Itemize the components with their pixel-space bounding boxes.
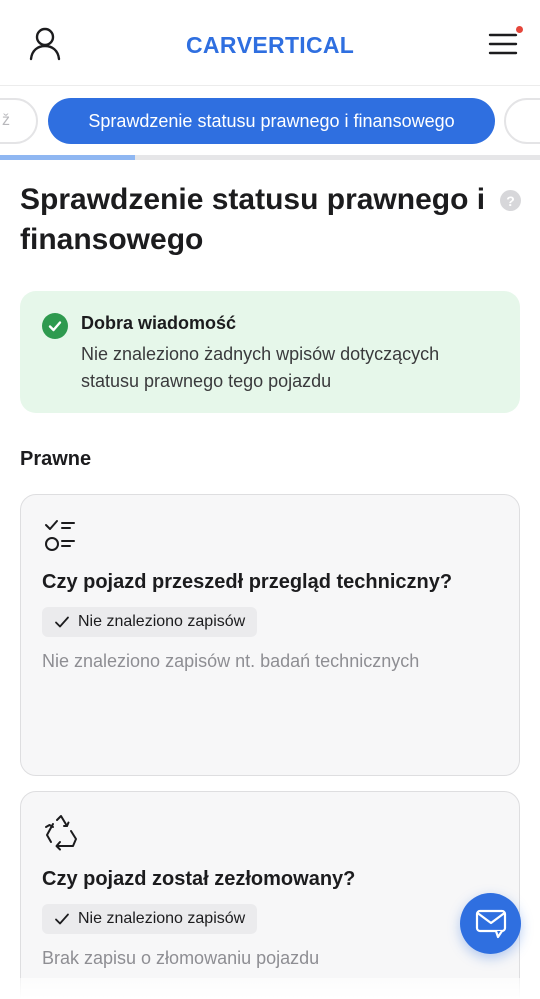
check-circle-icon [42, 313, 68, 339]
logo-text-left: CAR [186, 31, 237, 58]
badge-label: Nie znaleziono zapisów [78, 613, 246, 630]
carvertical-logo[interactable]: CAR V ERTICAL [186, 30, 354, 60]
alert-title: Dobra wiadomość [81, 313, 237, 333]
logo-text-v: V [236, 31, 253, 58]
notification-dot [514, 24, 525, 35]
badge-label: Nie znaleziono zapisów [78, 910, 246, 927]
scroll-progress-fill [0, 155, 135, 160]
checklist-icon [43, 517, 79, 555]
bottom-fade [0, 978, 540, 999]
top-header: CAR V ERTICAL [0, 0, 540, 86]
help-icon[interactable]: ? [500, 190, 521, 211]
check-icon [55, 913, 69, 925]
scrapping-card: Czy pojazd został zezłomowany? Nie znale… [20, 791, 520, 999]
help-glyph: ? [506, 192, 515, 209]
card-description: Nie znaleziono zapisów nt. badań technic… [42, 651, 420, 671]
status-badge: Nie znaleziono zapisów [42, 904, 258, 934]
tab-legal-financial-status[interactable]: Sprawdzenie statusu prawnego i finansowe… [48, 98, 495, 144]
section-tabs: ž Sprawdzenie statusu prawnego i finanso… [0, 86, 540, 158]
tab-previous-glyph: ž [2, 112, 10, 129]
user-icon [29, 27, 61, 61]
card-description: Brak zapisu o złomowaniu pojazdu [42, 948, 320, 968]
page-title: Sprawdzenie statusu prawnego i finansowe… [20, 183, 486, 256]
alert-body: Nie znaleziono żadnych wpisów dotyczącyc… [81, 344, 440, 391]
logo-text-right: ERTICAL [252, 31, 355, 58]
inspection-card: Czy pojazd przeszedł przegląd techniczny… [20, 494, 520, 776]
recycle-icon [43, 814, 79, 852]
status-badge: Nie znaleziono zapisów [42, 607, 258, 637]
good-news-alert: Dobra wiadomość Nie znaleziono żadnych w… [20, 291, 520, 413]
tab-previous[interactable]: ž [0, 98, 38, 144]
check-icon [55, 616, 69, 628]
card-title: Czy pojazd przeszedł przegląd techniczny… [42, 571, 453, 593]
card-title: Czy pojazd został zezłomowany? [42, 868, 356, 890]
section-title-legal: Prawne [20, 448, 92, 470]
user-account-button[interactable] [28, 26, 62, 62]
chat-icon [475, 909, 506, 938]
chat-button[interactable] [460, 893, 521, 954]
scroll-progress-track [0, 155, 540, 160]
tab-next[interactable] [504, 98, 540, 144]
tab-active-label: Sprawdzenie statusu prawnego i finansowe… [88, 110, 455, 131]
